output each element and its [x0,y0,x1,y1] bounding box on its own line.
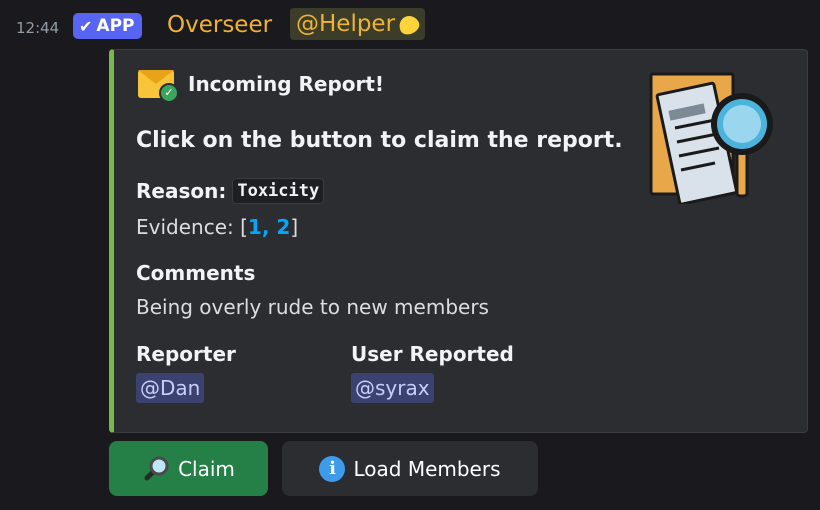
reason-value: Toxicity [232,178,325,204]
embed-author: ✓ Incoming Report! [138,70,385,103]
app-badge-label: APP [96,16,135,36]
reason-label: Reason: [136,179,227,203]
document-magnifier-icon [649,72,773,204]
evidence-suffix: ] [290,215,299,239]
reason-field: Reason: Toxicity [136,178,325,204]
claim-button[interactable]: Claim [109,441,268,496]
role-mention[interactable]: @Helper [290,8,426,40]
load-members-button[interactable]: i Load Members [282,441,538,496]
checkmark-icon: ✔ [79,16,93,36]
message-timestamp: 12:44 [16,19,60,37]
author-name[interactable]: Overseer [167,12,272,38]
info-icon: i [319,455,346,482]
role-mention-label[interactable]: @Helper [296,11,395,37]
user-reported-mention[interactable]: @syrax [351,373,434,403]
lemon-icon [396,12,422,37]
load-members-button-label: Load Members [353,456,501,481]
evidence-link-2[interactable]: 2 [276,215,290,239]
embed-author-label: Incoming Report! [188,72,385,96]
reporter-mention[interactable]: @Dan [136,373,205,403]
evidence-separator: , [261,215,277,239]
claim-button-label: Claim [178,456,235,481]
evidence-prefix: Evidence: [ [136,215,248,239]
evidence-field: Evidence: [1, 2] [136,215,298,239]
comments-label: Comments [136,261,256,285]
embed-title: Click on the button to claim the report. [136,128,623,153]
user-reported-label: User Reported [351,342,514,366]
magnifier-icon [144,456,169,480]
envelope-check-icon: ✓ [138,70,179,103]
report-embed: ✓ Incoming Report! Click on the button t… [109,49,808,433]
evidence-link-1[interactable]: 1 [248,215,262,239]
app-badge: ✔ APP [73,13,143,39]
reporter-label: Reporter [136,342,236,366]
comments-value: Being overly rude to new members [136,295,489,319]
